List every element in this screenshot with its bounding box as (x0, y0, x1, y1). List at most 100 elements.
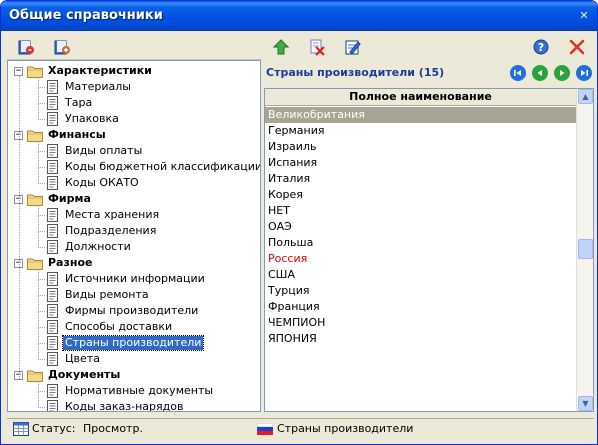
tree-label: Коды бюджетной классификации (65, 160, 261, 173)
document-icon (46, 96, 59, 110)
folder-icon (27, 129, 43, 142)
tree-group[interactable]: − Финансы (14, 127, 108, 143)
next-record-icon[interactable] (554, 65, 570, 81)
table-row[interactable]: Германия (265, 123, 577, 139)
tree-item[interactable]: Подразделения (46, 223, 158, 239)
folder-icon (27, 369, 43, 382)
last-record-icon[interactable] (576, 65, 592, 81)
table-row[interactable]: Россия (265, 251, 577, 267)
title-close-icon[interactable]: ✕ (577, 9, 591, 23)
table-row[interactable]: Корея (265, 187, 577, 203)
table-icon (13, 422, 29, 439)
open-book-icon[interactable] (15, 36, 37, 58)
tree-item[interactable]: Места хранения (46, 207, 161, 223)
document-icon (46, 336, 59, 350)
tree-item[interactable]: Виды ремонта (46, 287, 151, 303)
tree-item[interactable]: Коды ОКАТО (46, 175, 141, 191)
russia-flag-icon (256, 422, 274, 438)
table-row[interactable]: Франция (265, 299, 577, 315)
add-book-icon[interactable] (51, 36, 73, 58)
list-title: Страны производители (15) (266, 66, 445, 79)
document-icon (46, 208, 59, 222)
tree-label: Цвета (65, 352, 100, 365)
tree-label: Разное (48, 256, 93, 269)
table-row[interactable]: Испания (265, 155, 577, 171)
right-toolbar: ? (264, 33, 594, 60)
document-icon (46, 352, 59, 366)
tree-item[interactable]: Виды оплаты (46, 143, 144, 159)
tree-item[interactable]: Материалы (46, 79, 133, 95)
tree-label: Места хранения (65, 208, 160, 221)
scroll-down-icon[interactable]: ▼ (578, 396, 593, 411)
window-title: Общие справочники (9, 8, 163, 23)
table-row[interactable]: Италия (265, 171, 577, 187)
tree-group[interactable]: − Разное (14, 255, 95, 271)
tree-label: Нормативные документы (65, 384, 214, 397)
table-row[interactable]: Великобритания (265, 107, 577, 123)
left-toolbar (7, 33, 261, 60)
svg-text:?: ? (538, 41, 544, 54)
tree-label: Должности (65, 240, 131, 253)
tree-item[interactable]: Способы доставки (46, 319, 174, 335)
tree-label: Страны производители (61, 335, 205, 351)
table-row[interactable]: Польша (265, 235, 577, 251)
tree-label: Упаковка (65, 112, 119, 125)
tree-item[interactable]: Должности (46, 239, 133, 255)
status-bar: Статус: Просмотр. Страны производители (7, 418, 594, 439)
client-area: − Характеристики Материалы Тара Упаковка − Фин… (4, 31, 594, 441)
help-icon[interactable]: ? (530, 36, 552, 58)
tree-label: Фирмы производители (65, 304, 199, 317)
tree-label: Источники информации (65, 272, 205, 285)
tree-group[interactable]: − Характеристики (14, 63, 154, 79)
tree-item[interactable]: Коды бюджетной классификации (46, 159, 261, 175)
tree-item[interactable]: Фирмы производители (46, 303, 200, 319)
table-row[interactable]: ОАЭ (265, 219, 577, 235)
vertical-scrollbar[interactable]: ▲ ▼ (576, 89, 593, 411)
first-record-icon[interactable] (510, 65, 526, 81)
tree-group[interactable]: − Фирма (14, 191, 93, 207)
document-icon (46, 304, 59, 318)
tree-item[interactable]: Страны производители (46, 335, 205, 351)
document-icon (46, 240, 59, 254)
edit-icon[interactable] (341, 36, 363, 58)
document-icon (46, 80, 59, 94)
tree-item[interactable]: Источники информации (46, 271, 207, 287)
tree-item[interactable]: Нормативные документы (46, 383, 215, 399)
document-icon (46, 272, 59, 286)
document-icon (46, 384, 59, 398)
delete-icon[interactable] (306, 36, 328, 58)
scroll-up-icon[interactable]: ▲ (578, 89, 593, 104)
tree-group[interactable]: − Документы (14, 367, 122, 383)
document-icon (46, 288, 59, 302)
tree-item[interactable]: Упаковка (46, 111, 121, 127)
table-row[interactable]: НЕТ (265, 203, 577, 219)
document-icon (46, 320, 59, 334)
tree-label: Документы (48, 368, 121, 381)
tree-item[interactable]: Цвета (46, 351, 102, 367)
status-reference: Страны производители (277, 422, 414, 435)
tree-label: Виды оплаты (65, 144, 143, 157)
document-icon (46, 224, 59, 238)
title-bar[interactable]: Общие справочники ✕ (1, 1, 597, 31)
column-header[interactable]: Полное наименование (265, 89, 577, 106)
tree-label: Характеристики (48, 64, 152, 77)
document-icon (46, 144, 59, 158)
table-row[interactable]: ЧЕМПИОН (265, 315, 577, 331)
main-window: Общие справочники ✕ − Характеристики Мат… (0, 0, 598, 445)
scroll-thumb[interactable] (578, 239, 593, 259)
table-row[interactable]: Турция (265, 283, 577, 299)
document-icon (46, 112, 59, 126)
table-row[interactable]: США (265, 267, 577, 283)
up-arrow-icon[interactable] (270, 36, 292, 58)
previous-record-icon[interactable] (532, 65, 548, 81)
tree-item[interactable]: Тара (46, 95, 94, 111)
status-label: Статус: (32, 422, 76, 435)
table-row[interactable]: Израиль (265, 139, 577, 155)
tree-label: Материалы (65, 80, 131, 93)
tree-label: Тара (65, 96, 93, 109)
tree-item[interactable]: Коды заказ-нарядов (46, 399, 185, 412)
tree-label: Коды ОКАТО (65, 176, 139, 189)
tree-label: Коды заказ-нарядов (65, 400, 184, 412)
table-row[interactable]: ЯПОНИЯ (265, 331, 577, 347)
close-icon[interactable] (566, 36, 588, 58)
